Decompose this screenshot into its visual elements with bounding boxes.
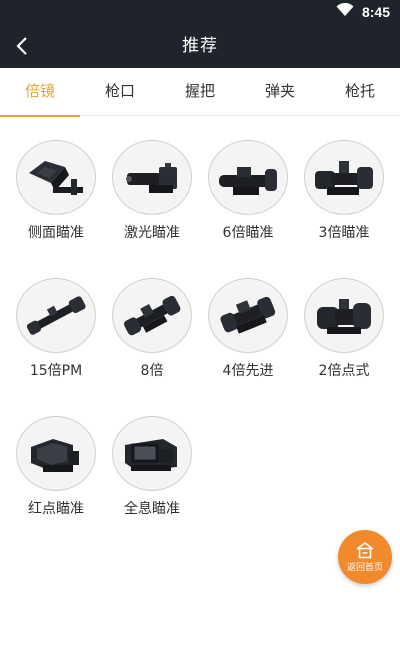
item-label: 8倍	[140, 363, 164, 379]
status-right: 8:45	[336, 2, 390, 20]
item-label: 15倍PM	[29, 363, 83, 379]
item-side-sight[interactable]: 侧面瞄准	[8, 140, 104, 242]
nav-bar: 推荐	[0, 24, 400, 68]
item-holographic-sight[interactable]: 全息瞄准	[104, 416, 200, 518]
home-button-label: 返回首页	[346, 563, 383, 573]
status-time: 8:45	[361, 3, 390, 20]
item-grid: 侧面瞄准 激光瞄准 6倍瞄准 3倍瞄准 15倍PM 8倍 4倍先进 2倍点式 红…	[8, 140, 392, 518]
page-title: 推荐	[182, 36, 218, 56]
8x-scope-icon	[112, 278, 192, 353]
item-4x-acog-scope[interactable]: 4倍先进	[200, 278, 296, 380]
tab-scopes[interactable]: 倍镜	[0, 68, 80, 117]
wifi-icon	[336, 2, 354, 20]
status-bar: 8:45	[0, 0, 400, 24]
item-red-dot-sight[interactable]: 红点瞄准	[8, 416, 104, 518]
item-label: 3倍瞄准	[318, 225, 370, 241]
6x-scope-icon	[208, 140, 288, 215]
item-label: 6倍瞄准	[222, 225, 274, 241]
15x-pm-scope-icon	[16, 278, 96, 353]
laser-sight-icon	[112, 140, 192, 215]
red-dot-sight-icon	[16, 416, 96, 491]
item-label: 2倍点式	[318, 363, 370, 379]
item-label: 全息瞄准	[124, 501, 180, 517]
item-laser-sight[interactable]: 激光瞄准	[104, 140, 200, 242]
item-6x-scope[interactable]: 6倍瞄准	[200, 140, 296, 242]
tab-stock[interactable]: 枪托	[320, 68, 400, 116]
item-label: 4倍先进	[222, 363, 274, 379]
item-label: 侧面瞄准	[28, 225, 84, 241]
home-icon	[356, 542, 374, 559]
item-8x-scope[interactable]: 8倍	[104, 278, 200, 380]
item-2x-dot-scope[interactable]: 2倍点式	[296, 278, 392, 380]
item-label: 红点瞄准	[28, 501, 84, 517]
category-tabs: 倍镜 枪口 握把 弹夹 枪托	[0, 68, 400, 117]
3x-scope-icon	[304, 140, 384, 215]
side-sight-icon	[16, 140, 96, 215]
2x-dot-scope-icon	[304, 278, 384, 353]
home-button[interactable]: 返回首页	[338, 530, 392, 584]
tab-grip[interactable]: 握把	[160, 68, 240, 116]
item-3x-scope[interactable]: 3倍瞄准	[296, 140, 392, 242]
item-label: 激光瞄准	[124, 225, 180, 241]
item-15x-pm-scope[interactable]: 15倍PM	[8, 278, 104, 380]
4x-acog-scope-icon	[208, 278, 288, 353]
holographic-sight-icon	[112, 416, 192, 491]
tab-muzzle[interactable]: 枪口	[80, 68, 160, 116]
tab-magazine[interactable]: 弹夹	[240, 68, 320, 116]
